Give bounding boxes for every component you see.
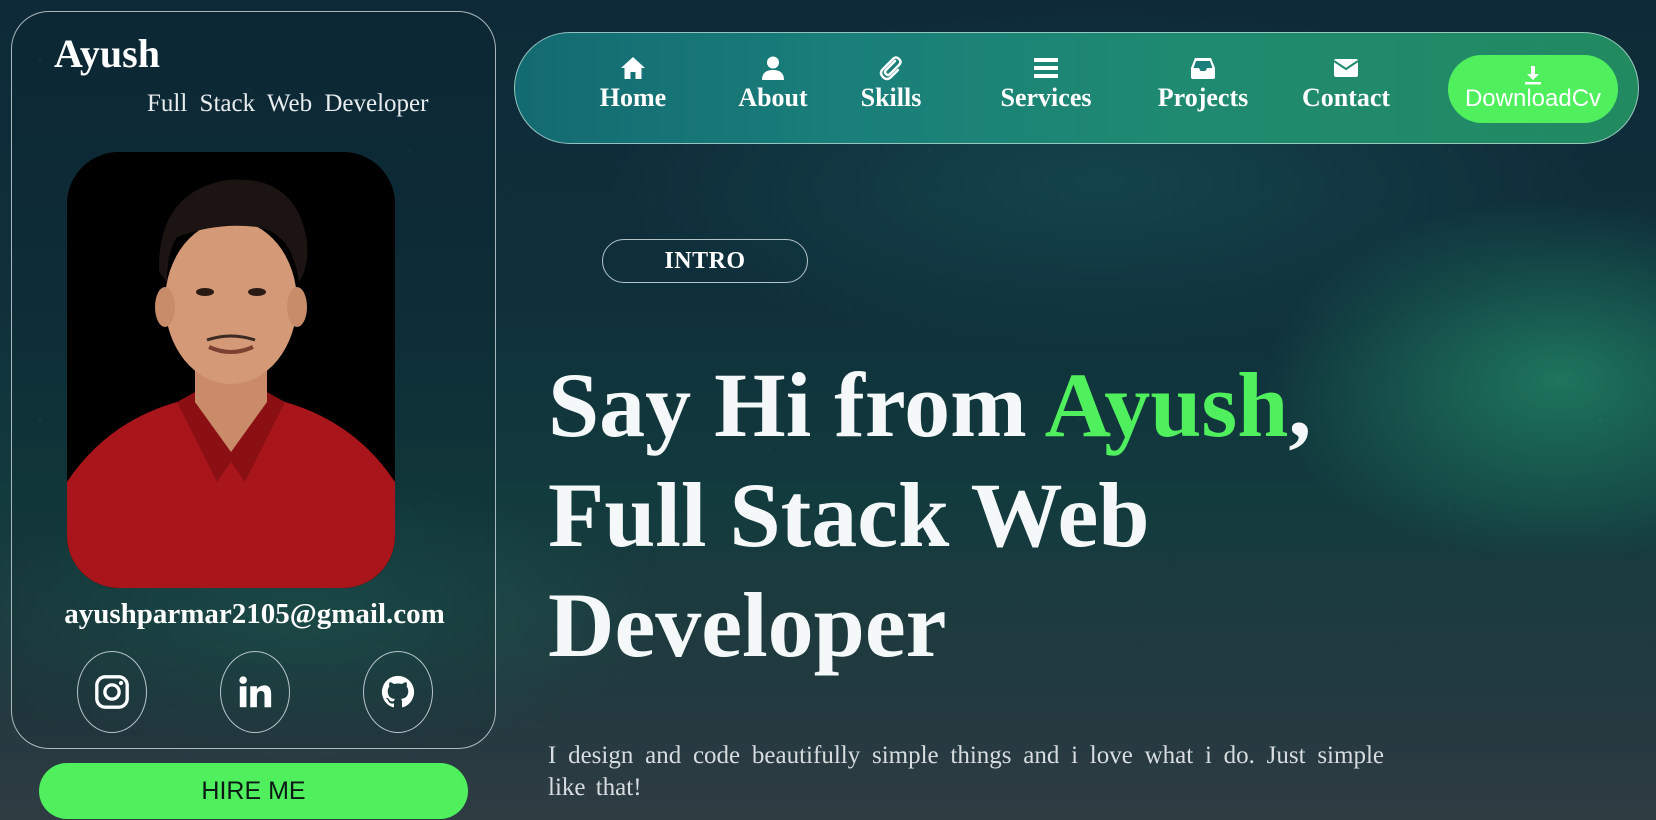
profile-email[interactable]: ayushparmar2105@gmail.com bbox=[12, 598, 497, 631]
download-cv-label: DownloadCv bbox=[1464, 85, 1602, 112]
inbox-icon bbox=[1191, 58, 1215, 79]
social-links bbox=[12, 651, 497, 733]
nav-label-contact: Contact bbox=[1301, 83, 1391, 112]
instagram-icon bbox=[95, 675, 129, 709]
download-cv-button[interactable]: DownloadCv bbox=[1448, 55, 1618, 123]
github-link[interactable] bbox=[363, 651, 433, 733]
profile-name: Ayush bbox=[54, 31, 160, 76]
nav-label-projects: Projects bbox=[1157, 83, 1249, 112]
instagram-link[interactable] bbox=[77, 651, 147, 733]
profile-card: Ayush Full Stack Web Developer ayushparm… bbox=[11, 11, 496, 749]
linkedin-link[interactable] bbox=[220, 651, 290, 733]
nav-item-contact[interactable]: Contact bbox=[1286, 53, 1406, 125]
nav-label-skills: Skills bbox=[860, 83, 922, 112]
paperclip-icon bbox=[879, 56, 902, 81]
download-icon bbox=[1525, 66, 1541, 85]
envelope-icon bbox=[1333, 59, 1359, 77]
hero-title-line3: Developer bbox=[548, 574, 947, 676]
nav-item-home[interactable]: Home bbox=[593, 53, 673, 125]
intro-tag: INTRO bbox=[602, 239, 808, 283]
nav-item-skills[interactable]: Skills bbox=[853, 53, 929, 125]
hero-description: I design and code beautifully simple thi… bbox=[548, 742, 1384, 801]
nav-item-services[interactable]: Services bbox=[981, 53, 1111, 125]
profile-portrait-image bbox=[67, 152, 395, 588]
profile-role: Full Stack Web Developer bbox=[147, 90, 429, 117]
user-icon bbox=[762, 56, 784, 80]
linkedin-icon bbox=[239, 676, 272, 708]
nav-item-about[interactable]: About bbox=[728, 53, 818, 125]
hero-title-line2: Full Stack Web bbox=[548, 464, 1150, 566]
hero-title-name: Ayush bbox=[1044, 354, 1289, 456]
hero-title-prefix: Say Hi from bbox=[548, 354, 1045, 456]
main-navbar: Home About Skills Services Projects Cont… bbox=[514, 32, 1639, 144]
nav-label-about: About bbox=[738, 83, 808, 112]
github-icon bbox=[381, 675, 415, 708]
hire-me-button[interactable]: HIRE ME bbox=[39, 763, 468, 819]
nav-item-projects[interactable]: Projects bbox=[1133, 53, 1273, 125]
nav-label-services: Services bbox=[1000, 83, 1092, 112]
nav-label-home: Home bbox=[599, 83, 667, 112]
hero-title: Say Hi from Ayush, Full Stack Web Develo… bbox=[548, 350, 1448, 680]
hero-title-comma: , bbox=[1288, 354, 1312, 456]
home-icon bbox=[621, 57, 645, 79]
bars-icon bbox=[1034, 58, 1058, 78]
profile-photo bbox=[67, 152, 395, 588]
